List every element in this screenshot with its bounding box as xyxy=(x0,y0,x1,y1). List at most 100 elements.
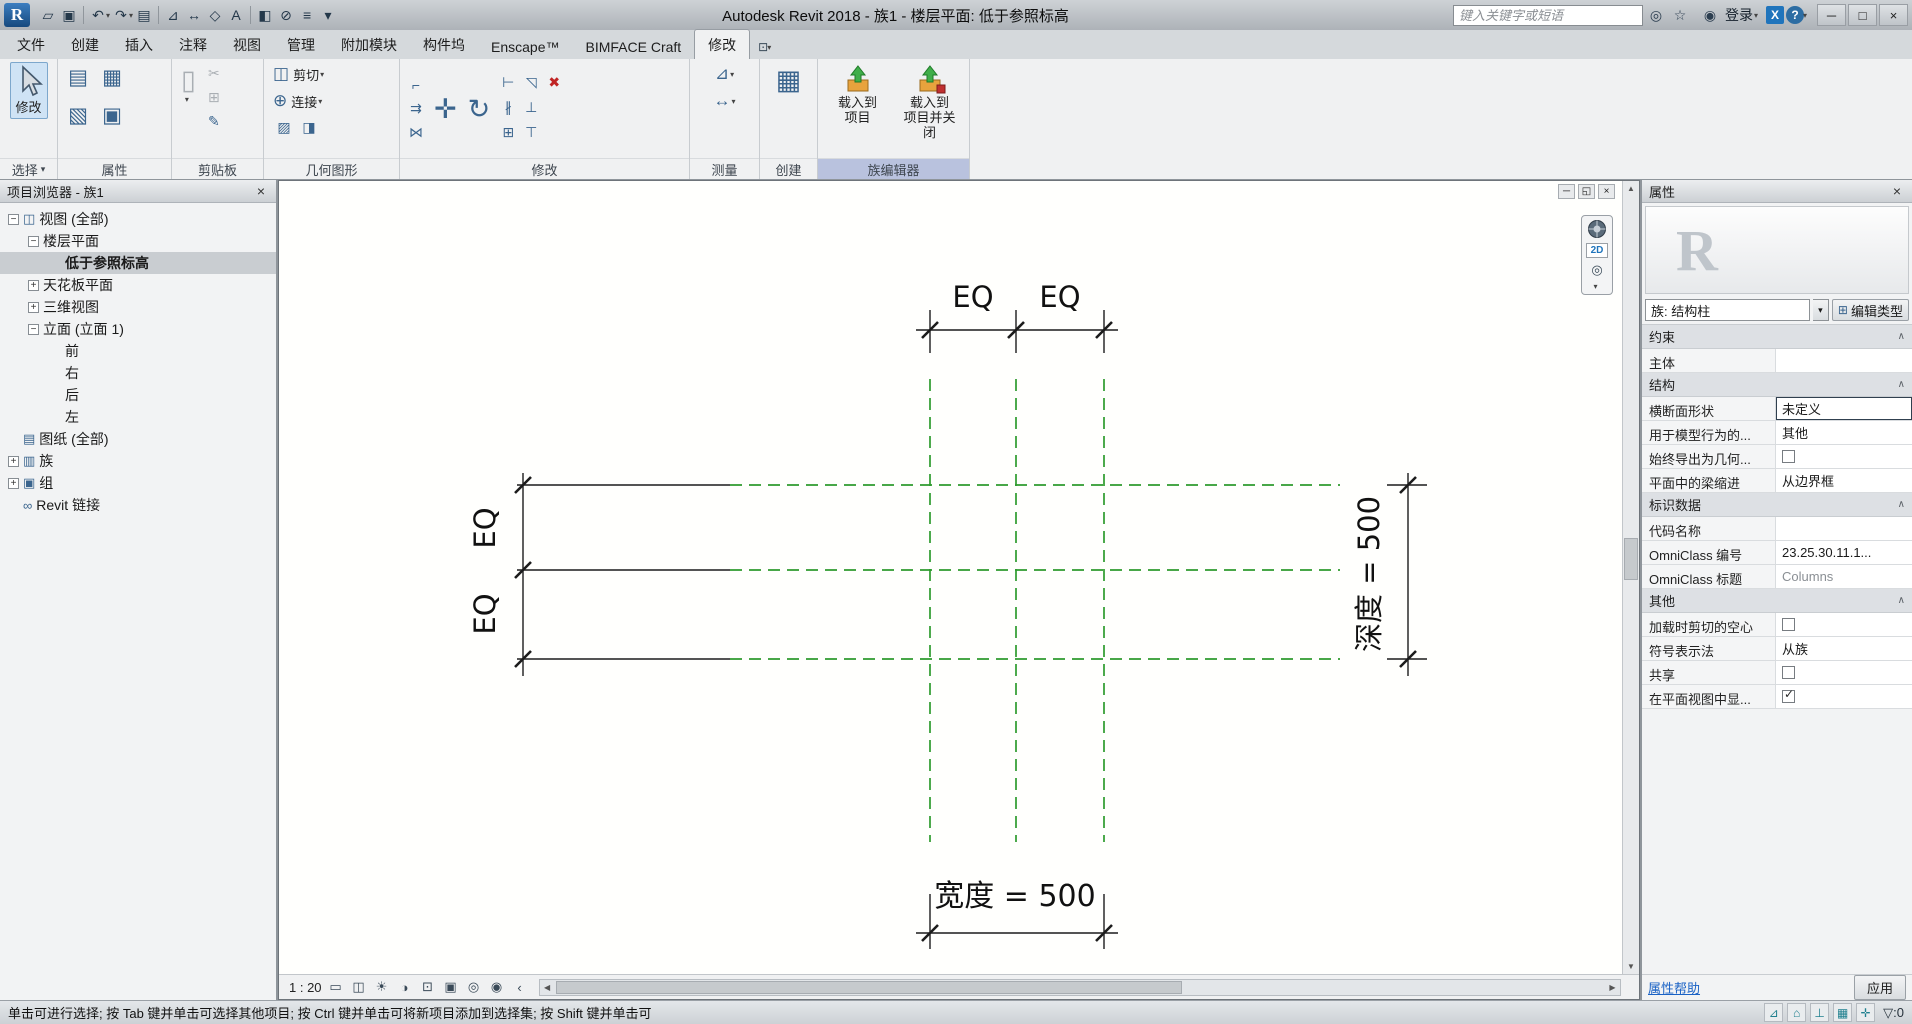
scale-icon[interactable]: ◹ xyxy=(520,72,542,94)
tree-item-floor-plans[interactable]: − 楼层平面 xyxy=(0,230,276,252)
align-icon[interactable]: ⌐ xyxy=(405,74,427,96)
tab-bimface-craft[interactable]: BIMFACE Craft xyxy=(572,34,694,59)
tree-item-groups[interactable]: + ▣ 组 xyxy=(0,472,276,494)
expander-icon[interactable]: − xyxy=(28,323,39,335)
select-pinned-elements-icon[interactable]: ⊥ xyxy=(1810,1003,1830,1022)
aligned-dimension-icon[interactable]: ↔ xyxy=(184,4,204,26)
crop-view-icon[interactable]: ⊡ xyxy=(419,978,437,996)
tree-item-families[interactable]: + ▥ 族 xyxy=(0,450,276,472)
app-menu-button[interactable]: R xyxy=(4,3,30,27)
expander-icon[interactable]: + xyxy=(8,455,19,467)
param-row-shared[interactable]: 共享 xyxy=(1642,661,1912,685)
tree-item-ceiling-plans[interactable]: + 天花板平面 xyxy=(0,274,276,296)
collapse-chevron-icon[interactable]: ∧ xyxy=(1898,331,1905,342)
checkbox[interactable] xyxy=(1782,450,1795,463)
vertical-scrollbar[interactable]: ▲ ▼ xyxy=(1622,181,1639,974)
tree-item-revit-links[interactable]: ∞ Revit 链接 xyxy=(0,494,276,516)
view-minimize-icon[interactable]: ─ xyxy=(1558,184,1575,199)
group-identity-data[interactable]: 标识数据 ∧ xyxy=(1642,493,1912,517)
offset-icon[interactable]: ⇉ xyxy=(405,98,427,120)
rotate-button[interactable]: ↻ xyxy=(464,91,495,127)
dimensions[interactable] xyxy=(514,310,1427,949)
param-row-omniclass-title[interactable]: OmniClass 标题 Columns xyxy=(1642,565,1912,589)
copy-icon[interactable]: ⊞ xyxy=(203,86,225,108)
close-button[interactable]: × xyxy=(1879,4,1908,26)
text-note-icon[interactable]: A xyxy=(226,4,246,26)
view-close-icon[interactable]: × xyxy=(1598,184,1615,199)
clipboard-panel-label[interactable]: 剪贴板 xyxy=(172,158,263,179)
ribbon-display-toggle[interactable]: ⊡ ▾ xyxy=(758,40,771,59)
properties-header[interactable]: 属性 × xyxy=(1642,180,1912,203)
properties-palette-icon[interactable]: ▤ xyxy=(64,63,92,91)
properties-panel-label[interactable]: 属性 xyxy=(58,158,171,179)
delete-icon[interactable]: ✖ xyxy=(543,72,565,94)
checkbox[interactable] xyxy=(1782,666,1795,679)
param-row-cut-voids[interactable]: 加载时剪切的空心 xyxy=(1642,613,1912,637)
search-input[interactable] xyxy=(1452,4,1643,26)
create-panel-label[interactable]: 创建 xyxy=(760,158,817,179)
expander-icon[interactable]: + xyxy=(8,477,19,489)
search-icon[interactable]: ◎ xyxy=(1645,4,1667,26)
param-row-always-export[interactable]: 始终导出为几何... xyxy=(1642,445,1912,469)
horizontal-scrollbar[interactable]: ◀ ▶ xyxy=(538,978,1621,996)
join-geometry-button[interactable]: ⊕ 连接 ▾ xyxy=(269,89,394,113)
vertical-scroll-thumb[interactable] xyxy=(1624,537,1638,580)
tab-manage[interactable]: 管理 xyxy=(274,30,328,59)
modify-button[interactable]: 修改 xyxy=(9,62,48,119)
dimension-labels[interactable]: EQ EQ EQ EQ 深度 = 500 宽度 = 500 xyxy=(468,280,1386,914)
tree-item-sheets[interactable]: ▤ 图纸 (全部) xyxy=(0,428,276,450)
type-selector-caret-icon[interactable]: ▾ xyxy=(1812,299,1829,321)
steering-wheel-icon[interactable] xyxy=(1587,219,1607,239)
measure-panel-label[interactable]: 测量 xyxy=(690,158,759,179)
measure-button[interactable]: ⊿ ▾ xyxy=(711,62,738,86)
param-row-code-name[interactable]: 代码名称 xyxy=(1642,517,1912,541)
create-group-button[interactable]: ▦ xyxy=(772,62,806,98)
scroll-down-icon[interactable]: ▼ xyxy=(1623,959,1639,974)
help-menu-caret-icon[interactable]: ▾ xyxy=(1803,11,1807,20)
scroll-right-icon[interactable]: ▶ xyxy=(1605,980,1620,995)
cut-geometry-button[interactable]: ◫ 剪切 ▾ xyxy=(269,62,394,86)
mirror-icon[interactable]: ⋈ xyxy=(405,122,427,144)
param-row-symbolic-representation[interactable]: 符号表示法 从族 xyxy=(1642,637,1912,661)
filter-count[interactable]: ▽:0 xyxy=(1883,1005,1904,1021)
project-browser-header[interactable]: 项目浏览器 - 族1 × xyxy=(0,180,276,203)
param-row-omniclass-number[interactable]: OmniClass 编号 23.25.30.11.1... xyxy=(1642,541,1912,565)
apply-button[interactable]: 应用 xyxy=(1853,975,1906,1000)
properties-close-icon[interactable]: × xyxy=(1889,183,1905,199)
visual-style-icon[interactable]: ◫ xyxy=(350,978,368,996)
open-file-icon[interactable]: ▱ xyxy=(38,4,58,26)
project-browser-close-icon[interactable]: × xyxy=(253,183,269,199)
geometry-panel-label[interactable]: 几何图形 xyxy=(264,158,399,179)
minimize-button[interactable]: ─ xyxy=(1817,4,1846,26)
tree-item-front[interactable]: 前 xyxy=(0,340,276,362)
redo-caret-icon[interactable]: ▾ xyxy=(129,11,133,20)
view-restore-icon[interactable]: ◱ xyxy=(1578,184,1595,199)
family-category-parameters-icon[interactable]: ▧ xyxy=(64,101,92,129)
viewbar-collapse-icon[interactable]: ‹ xyxy=(511,978,529,996)
zoom-icon[interactable]: ◎ xyxy=(1591,262,1602,278)
type-properties-icon[interactable]: ▣ xyxy=(98,101,126,129)
tree-item-3d-views[interactable]: + 三维视图 xyxy=(0,296,276,318)
array-icon[interactable]: ⊞ xyxy=(497,122,519,144)
select-panel-label[interactable]: 选择 ▾ xyxy=(0,158,57,179)
sheet-size-icon[interactable]: ▭ xyxy=(327,978,345,996)
tab-file[interactable]: 文件 xyxy=(4,30,58,59)
split-element-icon[interactable]: ∦ xyxy=(497,97,519,119)
param-row-beam-setback[interactable]: 平面中的梁缩进 从边界框 xyxy=(1642,469,1912,493)
shadows-icon[interactable]: ◑ xyxy=(396,978,414,996)
drawing-canvas[interactable]: EQ EQ EQ EQ 深度 = 500 宽度 = 500 ─ ◱ × 2D ◎… xyxy=(278,180,1640,1000)
navbar-caret-icon[interactable]: ▾ xyxy=(1593,282,1597,291)
show-crop-region-icon[interactable]: ▣ xyxy=(442,978,460,996)
thin-lines-icon[interactable]: ≡ xyxy=(297,4,317,26)
scroll-left-icon[interactable]: ◀ xyxy=(540,980,555,995)
checkbox[interactable] xyxy=(1782,618,1795,631)
tab-enscape[interactable]: Enscape™ xyxy=(478,34,572,59)
cut-icon[interactable]: ✂ xyxy=(203,62,225,84)
param-row-show-in-plan[interactable]: 在平面视图中显... xyxy=(1642,685,1912,709)
checkbox[interactable] xyxy=(1782,687,1795,703)
section-icon[interactable]: ⊘ xyxy=(276,4,296,26)
customize-qat-icon[interactable]: ▾ xyxy=(318,4,338,26)
select-underlay-elements-icon[interactable]: ⌂ xyxy=(1787,1003,1807,1022)
param-row-host[interactable]: 主体 xyxy=(1642,349,1912,373)
expander-icon[interactable]: + xyxy=(28,301,39,313)
